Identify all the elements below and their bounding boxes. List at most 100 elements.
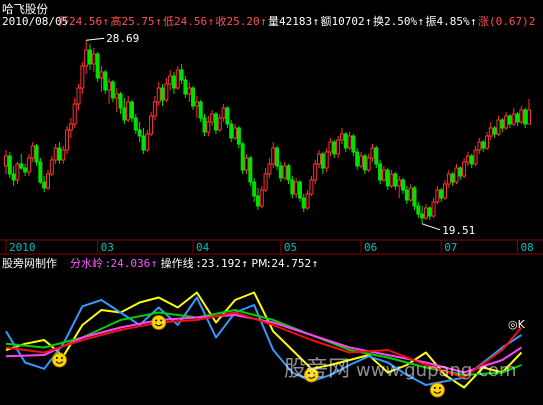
candle-body [278,165,283,179]
quote-label: 量 [268,15,279,28]
candle-body [450,173,455,183]
smiley-eye [60,357,63,359]
candle-body [458,167,463,177]
quote-value: 25.20 [227,15,260,28]
candle-body [320,153,325,169]
candle-body [328,141,333,153]
candle-body [175,69,180,89]
candle-body [507,115,512,125]
axis-tick-label: 05 [284,241,297,254]
candle-body [53,147,58,161]
candle-body [164,83,169,101]
candle-body [26,157,31,173]
candle-body [366,157,371,171]
candle-body [133,117,138,131]
axis-tick-label: 07 [444,241,457,254]
up-arrow-icon: ↑ [260,15,267,28]
smiley-eye [155,319,158,322]
indicator-label: 分水岭 [70,256,103,270]
candle-body [492,127,497,135]
candle-body [404,189,409,201]
stock-name: 哈飞股份 [2,2,48,16]
candle-body [290,179,295,195]
annotation-label: 19.51 [442,224,475,237]
candle-body [110,81,115,99]
quote-value: 24.56 [69,15,102,28]
candle-body [309,179,314,195]
candle-body [72,103,77,125]
indicator-value: 23.192 [201,257,241,270]
candle-body [221,107,226,119]
candle-body [439,189,444,199]
candle-body [385,169,390,187]
candle-body [427,207,432,217]
annotation-label: 28.69 [106,32,139,45]
candle-body [286,165,291,181]
candle-body [297,181,302,199]
header-row: 哈飞股份 [2,2,48,16]
candle-body [34,145,39,163]
candle-body [259,189,264,207]
candle-body [401,179,406,191]
up-arrow-icon: ↑ [241,257,248,270]
indicator-label: 操作线 [161,256,194,270]
axis-tick-label: 08 [521,241,534,254]
candle-body [263,173,268,191]
candle-body [275,147,280,167]
candle-body [57,147,62,161]
smiley-eye [160,319,163,322]
up-arrow-icon: ↑ [313,15,320,28]
indicator-value: 24.752 [271,257,311,270]
candle-body [431,201,436,217]
quote-label: 换 [373,14,384,28]
candle-body [38,161,43,183]
quote-row: 2010/08/05 开 24.56 ↑ 高 25.75 ↑ 低 24.56 ↑ 收 25.20 ↑ 量… [2,14,535,28]
smiley-eye [55,357,58,359]
smiley-eye [433,387,436,389]
candle-body [381,169,386,181]
candle-body [378,163,383,181]
candle-body [473,149,478,165]
candle-body [49,159,54,175]
candle-body [202,117,207,133]
smiley-icon [429,382,445,398]
candle-body [408,187,413,201]
quote-value: 4.85% [437,15,470,28]
quote-label: 额 [321,15,332,28]
candle-body [11,173,16,181]
candle-body [61,149,66,161]
candle-body [370,147,375,159]
candle-body [462,161,467,177]
candle-body [80,65,85,89]
quote-value: 10702 [332,15,365,28]
candle-body [446,173,451,185]
axis-tick-label: 04 [196,241,210,254]
candle-body [374,147,379,165]
candle-body [206,121,211,133]
axis-tick-label: 03 [101,241,114,254]
indicator-name: 股旁网制作 [2,256,57,270]
candle-body [191,87,196,107]
candle-body [171,75,176,89]
quote-value: 25.75 [122,15,155,28]
candle-body [412,187,417,207]
up-arrow-icon: ↑ [208,15,215,28]
candle-body [423,207,428,219]
quote-value: 24.56 [174,15,207,28]
candle-body [114,93,119,99]
up-arrow-icon: ↑ [365,15,372,28]
candle-body [137,129,142,137]
candle-body [87,49,92,65]
candle-body [248,157,253,183]
candle-body [317,153,322,165]
candle-body [15,163,20,181]
up-arrow-icon: ↑ [151,257,158,270]
quote-label: 收 [216,14,227,28]
candle-body [500,119,505,129]
up-arrow-icon: ↑ [155,15,162,28]
candle-body [141,135,146,151]
quote-label: 低 [163,15,174,28]
candle-body [149,115,154,135]
candle-body [519,109,524,123]
quote-label: 涨 [478,15,489,28]
